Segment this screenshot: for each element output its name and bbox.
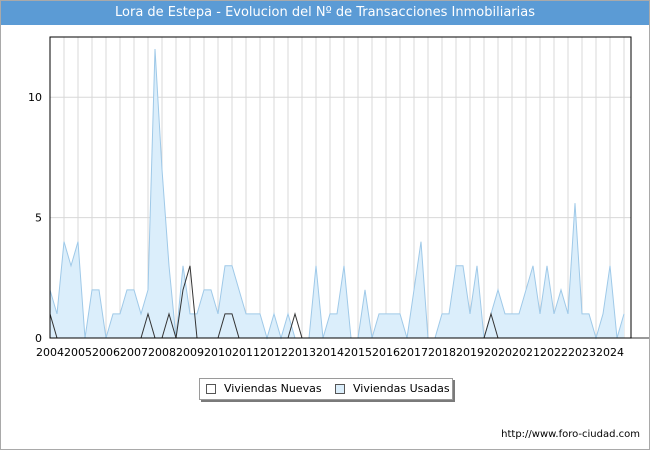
legend-label-usadas: Viviendas Usadas bbox=[353, 382, 450, 395]
x-tick-label: 2014 bbox=[316, 346, 344, 359]
x-tick-label: 2013 bbox=[288, 346, 316, 359]
x-tick-label: 2010 bbox=[204, 346, 232, 359]
x-tick-label: 2004 bbox=[36, 346, 64, 359]
source-url: http://www.foro-ciudad.com bbox=[501, 429, 640, 440]
y-tick-label: 0 bbox=[35, 332, 42, 345]
chart-frame: Lora de Estepa - Evolucion del Nº de Tra… bbox=[0, 0, 650, 450]
x-axis-ticks: 2004 2005 2006 2007 2008 2009 2010 2011 2012 2013… bbox=[36, 346, 624, 359]
x-tick-label: 2024 bbox=[596, 346, 624, 359]
x-tick-label: 2022 bbox=[540, 346, 568, 359]
x-tick-label: 2011 bbox=[232, 346, 260, 359]
x-tick-label: 2006 bbox=[92, 346, 120, 359]
legend-label-nuevas: Viviendas Nuevas bbox=[224, 382, 322, 395]
x-tick-label: 2019 bbox=[456, 346, 484, 359]
x-tick-label: 2017 bbox=[400, 346, 428, 359]
x-tick-label: 2005 bbox=[64, 346, 92, 359]
x-tick-label: 2016 bbox=[372, 346, 400, 359]
legend: Viviendas Nuevas Viviendas Usadas bbox=[199, 378, 453, 400]
y-tick-label: 5 bbox=[35, 212, 42, 225]
viviendas-usadas-area bbox=[50, 49, 624, 338]
x-tick-label: 2020 bbox=[484, 346, 512, 359]
y-tick-label: 10 bbox=[28, 91, 42, 104]
x-tick-label: 2015 bbox=[344, 346, 372, 359]
x-tick-label: 2021 bbox=[512, 346, 540, 359]
x-tick-label: 2007 bbox=[120, 346, 148, 359]
x-tick-label: 2018 bbox=[428, 346, 456, 359]
y-axis-ticks: 0 5 10 bbox=[28, 91, 42, 345]
x-tick-label: 2008 bbox=[148, 346, 176, 359]
legend-swatch-nuevas bbox=[206, 384, 216, 394]
legend-swatch-usadas bbox=[335, 384, 345, 394]
x-tick-label: 2023 bbox=[568, 346, 596, 359]
x-tick-label: 2012 bbox=[260, 346, 288, 359]
series-layer bbox=[49, 49, 649, 340]
viviendas-usadas-line bbox=[49, 49, 625, 340]
x-tick-label: 2009 bbox=[176, 346, 204, 359]
